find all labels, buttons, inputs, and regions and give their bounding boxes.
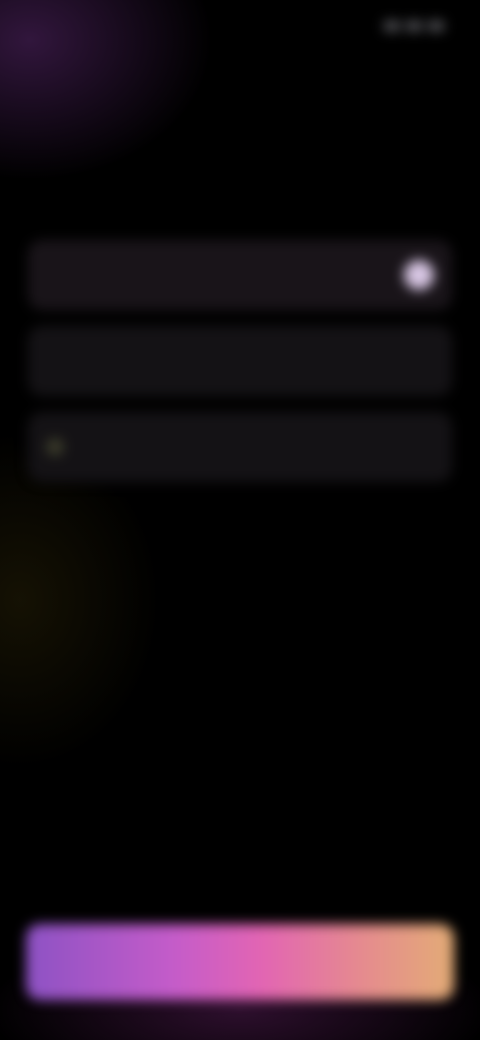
signal-icon [384,21,400,31]
battery-icon [428,21,444,31]
continue-button[interactable] [26,924,454,1000]
option-icon [46,438,64,456]
status-bar [40,14,444,38]
option-2[interactable] [28,326,452,396]
radio-selected-icon[interactable] [404,260,434,290]
content-blurred [0,0,480,1040]
screen [0,0,480,1040]
option-1[interactable] [28,240,452,310]
wifi-icon [406,21,422,31]
status-icons [384,21,444,31]
option-3[interactable] [28,412,452,482]
